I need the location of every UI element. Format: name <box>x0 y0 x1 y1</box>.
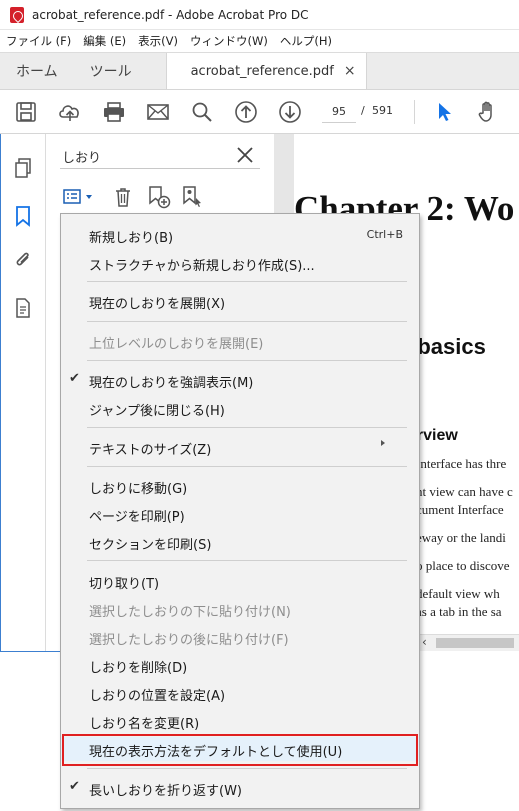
menu-separator <box>87 427 407 428</box>
menu-bar: ファイル (F) 編集 (E) 表示(V) ウィンドウ(W) ヘルプ(H) <box>0 30 519 52</box>
tab-document-label: acrobat_reference.pdf <box>190 63 334 79</box>
scroll-left-icon[interactable]: ‹ <box>422 635 427 649</box>
panel-divider <box>60 168 260 169</box>
attachment-icon[interactable] <box>11 248 35 272</box>
tab-close-icon[interactable]: × <box>344 63 356 79</box>
menu-item-highlight-current-bookmark[interactable]: ✔ 現在のしおりを強調表示(M) <box>61 368 419 392</box>
window-frame-left <box>0 134 1 652</box>
close-panel-icon[interactable] <box>234 144 256 166</box>
menu-edit[interactable]: 編集 (E) <box>83 33 126 49</box>
acrobat-app-icon <box>10 6 24 23</box>
new-bookmark-icon[interactable] <box>146 184 172 210</box>
bookmark-icon[interactable] <box>11 204 35 228</box>
menu-separator <box>87 281 407 282</box>
document-text-line: o place to discove <box>416 558 510 573</box>
page-number-input[interactable]: 95 <box>322 101 356 123</box>
delete-bookmark-icon[interactable] <box>110 184 136 210</box>
bookmark-options-context-menu: 新規しおり(B) Ctrl+B ストラクチャから新規しおり作成(S)... 現在… <box>60 213 420 809</box>
document-text-line: as a tab in the sa <box>416 604 502 619</box>
hand-tool-icon[interactable] <box>474 98 502 126</box>
menu-separator <box>87 466 407 467</box>
highlight-annotation-box <box>62 734 418 766</box>
menu-item-print-pages[interactable]: ページを印刷(P) <box>61 502 419 526</box>
menu-help[interactable]: ヘルプ(H) <box>280 33 332 49</box>
document-properties-icon[interactable] <box>11 296 35 320</box>
document-text-line: default view wh <box>416 586 500 601</box>
bookmark-panel: しおり <box>46 134 274 214</box>
bookmark-panel-title: しおり <box>62 151 102 166</box>
print-icon[interactable] <box>100 98 128 126</box>
tab-document[interactable]: acrobat_reference.pdf × <box>165 53 367 89</box>
tab-tools[interactable]: ツール <box>74 53 148 89</box>
menu-separator <box>87 360 407 361</box>
toolbar: 95 / 591 <box>0 90 519 134</box>
document-text-line: eway or the landi <box>416 530 506 545</box>
menu-separator <box>87 560 407 561</box>
select-cursor-icon[interactable] <box>430 98 458 126</box>
menu-file[interactable]: ファイル (F) <box>6 33 71 49</box>
menu-item-set-bookmark-destination[interactable]: しおりの位置を設定(A) <box>61 681 419 705</box>
page-thumbnails-icon[interactable] <box>11 156 35 180</box>
checkmark-icon: ✔ <box>69 779 80 794</box>
tab-row: ホーム ツール acrobat_reference.pdf × <box>0 52 519 90</box>
mail-icon[interactable] <box>144 98 172 126</box>
page-total: 591 <box>372 104 393 117</box>
document-text-line: nt view can have c <box>416 484 513 499</box>
page-separator: / <box>361 104 365 117</box>
document-text-line: cument Interface <box>416 502 504 517</box>
menu-item-wrap-long-bookmarks[interactable]: ✔ 長いしおりを折り返す(W) <box>61 776 419 800</box>
menu-separator <box>87 768 407 769</box>
menu-item-paste-under-selected[interactable]: 選択したしおりの下に貼り付け(N) <box>61 597 419 621</box>
bookmark-structure-icon[interactable] <box>180 184 206 210</box>
menu-item-print-sections[interactable]: セクションを印刷(S) <box>61 530 419 554</box>
save-icon[interactable] <box>12 98 40 126</box>
menu-item-new-bookmark-from-structure[interactable]: ストラクチャから新規しおり作成(S)... <box>61 251 419 275</box>
menu-item-new-bookmark[interactable]: 新規しおり(B) Ctrl+B <box>61 223 419 247</box>
toolbar-divider <box>414 100 415 124</box>
previous-page-icon[interactable] <box>232 98 260 126</box>
tab-home[interactable]: ホーム <box>0 53 74 89</box>
horizontal-scrollbar[interactable]: ‹ <box>418 634 519 651</box>
shortcut-label: Ctrl+B <box>366 228 403 241</box>
navigation-rail <box>0 134 46 651</box>
menu-item-hide-after-use[interactable]: ジャンプ後に閉じる(H) <box>61 396 419 420</box>
scrollbar-thumb[interactable] <box>436 638 514 648</box>
window-frame-bottom <box>0 651 62 652</box>
menu-item-delete-bookmark[interactable]: しおりを削除(D) <box>61 653 419 677</box>
menu-item-expand-top-level-bookmarks[interactable]: 上位レベルのしおりを展開(E) <box>61 329 419 353</box>
menu-window[interactable]: ウィンドウ(W) <box>190 33 268 49</box>
search-icon[interactable] <box>188 98 216 126</box>
menu-item-go-to-bookmark[interactable]: しおりに移動(G) <box>61 474 419 498</box>
menu-item-expand-current-bookmark[interactable]: 現在のしおりを展開(X) <box>61 289 419 313</box>
title-bar: acrobat_reference.pdf - Adobe Acrobat Pr… <box>0 0 519 30</box>
next-page-icon[interactable] <box>276 98 304 126</box>
menu-item-text-size[interactable]: テキストのサイズ(Z) <box>61 435 419 459</box>
menu-item-paste-after-selected[interactable]: 選択したしおりの後に貼り付け(F) <box>61 625 419 649</box>
checkmark-icon: ✔ <box>69 371 80 386</box>
menu-item-cut[interactable]: 切り取り(T) <box>61 569 419 593</box>
menu-item-rename-bookmark[interactable]: しおり名を変更(R) <box>61 709 419 733</box>
document-text-line: Interface has thre <box>416 456 507 471</box>
menu-view[interactable]: 表示(V) <box>138 33 178 49</box>
bookmark-options-menu-icon[interactable] <box>58 184 98 210</box>
menu-separator <box>87 321 407 322</box>
submenu-arrow-icon <box>381 440 385 446</box>
window-title: acrobat_reference.pdf - Adobe Acrobat Pr… <box>32 7 309 22</box>
cloud-upload-icon[interactable] <box>56 98 84 126</box>
